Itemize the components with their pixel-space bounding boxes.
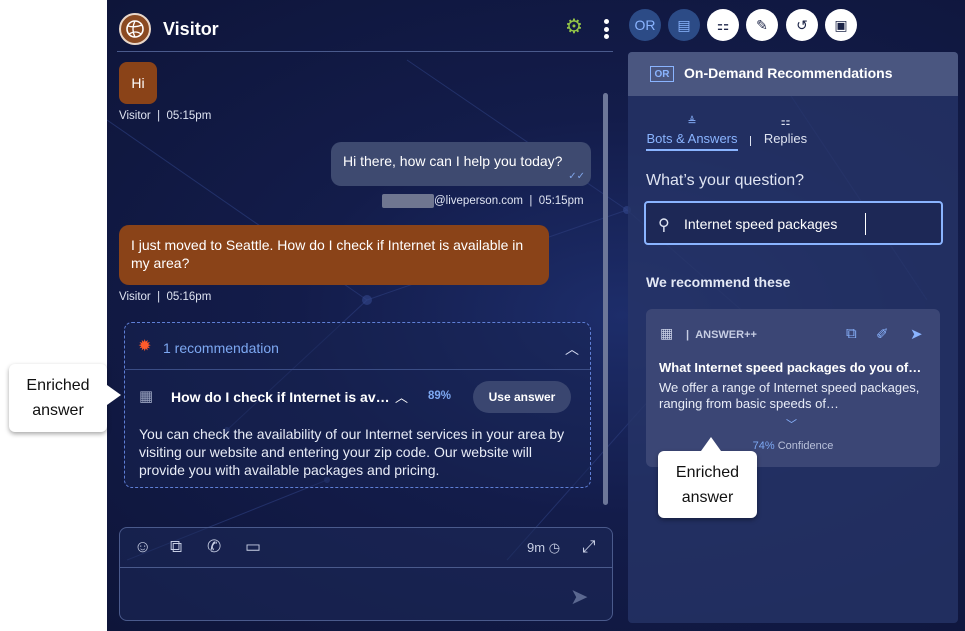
edit-icon[interactable]: ✎	[746, 9, 778, 41]
tab-label: Replies	[763, 131, 808, 146]
or-label: OR	[634, 17, 656, 33]
tab-label: Bots & Answers	[646, 131, 738, 151]
panel-header: OR On-Demand Recommendations	[628, 52, 958, 96]
on-demand-panel: OR On-Demand Recommendations ≜ Bots & An…	[628, 52, 958, 623]
message-meta: @liveperson.com | 05:15pm	[382, 194, 584, 208]
message-composer[interactable]: ☺ ⧉ ✆ ▭ 9m ◷ ⤢ ➤	[119, 527, 613, 621]
copy-icon[interactable]: ⧉	[846, 325, 857, 342]
send-icon[interactable]: ➤	[570, 584, 588, 610]
message-meta: Visitor | 05:16pm	[119, 291, 212, 303]
message-bubble-visitor: Hi	[119, 62, 157, 104]
replies-icon[interactable]: ⚏	[707, 9, 739, 41]
recommend-heading: We recommend these	[646, 274, 791, 290]
expand-chevron-icon[interactable]: ﹀	[786, 416, 797, 432]
collapse-chevron-icon[interactable]: ︿	[565, 339, 579, 359]
message-bubble-agent: Hi there, how can I help you today? ✓✓	[331, 142, 591, 186]
tab-replies[interactable]: ⚏ Replies	[758, 115, 813, 149]
recommendation-question[interactable]: How do I check if Internet is available …	[171, 389, 396, 405]
chat-header: Visitor ⚙	[117, 8, 613, 52]
phone-icon[interactable]: ✆	[207, 538, 221, 556]
callout-text: Enriched answer	[675, 464, 740, 506]
question-label: What’s your question?	[646, 172, 805, 189]
message-text: Hi there, how can I help you today?	[343, 153, 563, 169]
tab-bots-answers[interactable]: ≜ Bots & Answers	[646, 115, 738, 151]
visitor-avatar	[119, 13, 151, 45]
recommendation-count: 1 recommendation	[163, 340, 279, 356]
timer: 9m ◷	[527, 540, 561, 555]
on-demand-recommendations-button[interactable]: OR	[629, 9, 661, 41]
panel-title: On-Demand Recommendations	[684, 65, 893, 81]
volleyball-icon	[126, 20, 144, 38]
callout-enriched-answer: Enriched answer	[9, 364, 121, 432]
message-meta: Visitor | 05:15pm	[119, 110, 212, 122]
sun-icon: ✹	[138, 338, 152, 355]
emoji-icon[interactable]: ☺	[134, 538, 151, 556]
callout-text: Enriched answer	[26, 377, 90, 419]
enriched-answer-icon: ▦	[660, 325, 674, 341]
read-receipt-icon: ✓✓	[568, 171, 585, 182]
gear-icon[interactable]: ⚙	[565, 17, 583, 37]
search-input[interactable]	[684, 213, 866, 235]
expand-icon[interactable]: ⤢	[582, 538, 596, 556]
tab-separator	[750, 136, 751, 146]
history-icon[interactable]: ↺	[786, 9, 818, 41]
message-bubble-visitor: I just moved to Seattle. How do I check …	[119, 225, 549, 285]
answer-title: What Internet speed packages do you offe…	[659, 360, 925, 375]
callout-enriched-answer: Enriched answer	[658, 437, 757, 518]
answer-body: We offer a range of Internet speed packa…	[659, 380, 920, 411]
or-badge: OR	[650, 66, 674, 82]
clock-icon: ◷	[548, 540, 561, 555]
bots-answers-icon: ≜	[687, 116, 697, 128]
chat-scrollbar[interactable]	[603, 93, 608, 505]
page-title: Visitor	[163, 19, 219, 39]
send-icon[interactable]: ➤	[910, 325, 923, 343]
use-answer-button[interactable]: Use answer	[473, 381, 571, 413]
video-icon[interactable]: ▭	[245, 538, 261, 556]
canned-response-icon[interactable]: ⧉	[170, 538, 182, 556]
more-options-icon[interactable]	[604, 19, 610, 39]
chevron-up-icon[interactable]: ︿	[395, 387, 408, 406]
recommendation-body: You can check the availability of our In…	[139, 426, 565, 478]
replies-icon: ⚏	[780, 116, 791, 128]
contact-card-icon[interactable]: ▤	[668, 9, 700, 41]
redacted-name	[382, 194, 434, 208]
enriched-answer-icon: ▦	[139, 388, 154, 405]
search-box[interactable]: ⚲	[644, 201, 943, 245]
answer-type: | ANSWER++	[686, 329, 757, 341]
edit-send-icon[interactable]: ✐	[876, 325, 889, 343]
divider	[125, 369, 590, 370]
answer-card[interactable]: ▦ | ANSWER++ ⧉ ✐ ➤ What Internet speed p…	[646, 309, 940, 467]
confidence-percent: 89%	[428, 390, 452, 402]
clipboard-icon[interactable]: ▣	[825, 9, 857, 41]
search-icon: ⚲	[658, 217, 670, 234]
recommendation-card: ✹ 1 recommendation ︿ ▦ How do I check if…	[124, 322, 591, 488]
divider	[120, 567, 612, 568]
